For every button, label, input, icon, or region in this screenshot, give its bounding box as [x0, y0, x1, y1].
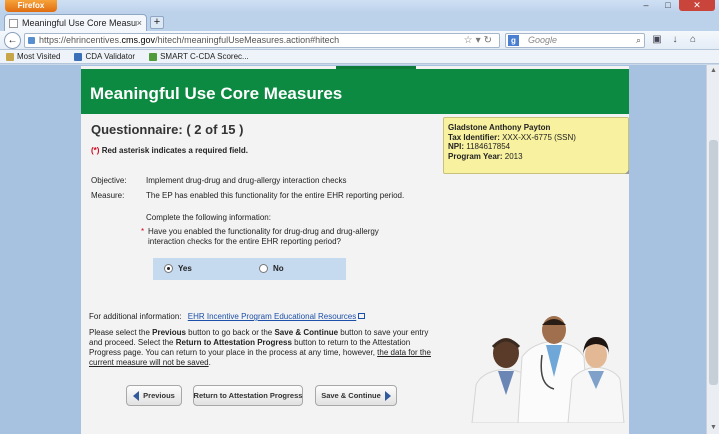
answer-options: Yes No: [153, 258, 346, 280]
instruction-text: Complete the following information:: [146, 213, 271, 222]
radio-yes[interactable]: Yes: [164, 264, 192, 273]
window-controls: – □ ✕: [635, 0, 715, 11]
lock-icon: [28, 37, 35, 44]
bookmarks-menu-icon[interactable]: ▣: [650, 33, 664, 47]
questionnaire-title: Questionnaire: ( 2 of 15 ): [91, 122, 244, 137]
npi: NPI: 1184617854: [448, 142, 511, 151]
program-year: Program Year: 2013: [448, 151, 523, 161]
bookmark-cda-validator[interactable]: CDA Validator: [74, 52, 135, 61]
scroll-down-icon[interactable]: ▼: [707, 422, 719, 434]
provider-name: Gladstone Anthony Payton: [448, 123, 551, 132]
url-domain: cms.gov: [121, 35, 156, 45]
return-to-attestation-button[interactable]: Return to Attestation Progress: [193, 385, 303, 406]
required-note: (*) Red asterisk indicates a required fi…: [91, 146, 248, 155]
educational-resources-link[interactable]: EHR Incentive Program Educational Resour…: [188, 312, 357, 321]
tab-title: Meaningful Use Core Measures - EHR In...: [22, 18, 137, 28]
scrollbar-thumb[interactable]: [709, 140, 718, 385]
objective-label: Objective:: [91, 176, 127, 185]
objective-text: Implement drug-drug and drug-allergy int…: [146, 176, 347, 185]
downloads-icon[interactable]: ↓: [668, 33, 682, 47]
folder-icon: [6, 52, 14, 61]
search-icon[interactable]: ⌕: [636, 34, 641, 47]
bookmark-star-icon[interactable]: ☆: [464, 35, 476, 46]
radio-selected-icon[interactable]: [164, 264, 173, 273]
back-arrow-icon[interactable]: ←: [4, 32, 21, 49]
reload-icon[interactable]: ↻: [484, 35, 495, 46]
bookmark-smart-ccda[interactable]: SMART C-CDA Scorec...: [149, 52, 249, 61]
provider-info-box: Gladstone Anthony Payton Tax Identifier:…: [443, 117, 629, 174]
additional-info: For additional information: EHR Incentiv…: [89, 312, 366, 321]
tax-identifier: Tax Identifier: XXX-XX-6775 (SSN): [448, 132, 576, 142]
arrow-right-icon: [384, 390, 391, 401]
url-prefix: https://ehrincentives.: [39, 35, 122, 45]
maximize-icon[interactable]: □: [657, 0, 679, 11]
instructions-paragraph: Please select the Previous button to go …: [89, 328, 431, 367]
question-text: * Have you enabled the functionality for…: [141, 227, 379, 246]
google-engine-icon[interactable]: g: [508, 35, 519, 46]
firefox-menu-button[interactable]: Firefox: [5, 0, 57, 12]
url-bar[interactable]: https://ehrincentives.cms.gov/hitech/mea…: [24, 33, 500, 48]
bookmark-icon: [149, 52, 158, 61]
url-path: /hitech/meaningfulUseMeasures.action#hit…: [155, 35, 340, 45]
previous-button[interactable]: Previous: [126, 385, 182, 406]
bookmark-most-visited[interactable]: Most Visited: [6, 52, 60, 61]
tab-meaningful-use[interactable]: Meaningful Use Core Measures - EHR In...…: [4, 14, 147, 31]
url-actions: ☆▾↻: [464, 34, 495, 47]
doctors-photo: [471, 316, 625, 423]
scroll-up-icon[interactable]: ▲: [707, 65, 719, 77]
title-bar: Firefox – □ ✕: [0, 0, 719, 13]
arrow-left-icon: [133, 390, 140, 401]
save-continue-button[interactable]: Save & Continue: [315, 385, 397, 406]
toolbar-icons: ▣ ↓ ⌂: [650, 33, 700, 47]
minimize-icon[interactable]: –: [635, 0, 657, 11]
fold-corner: [625, 170, 629, 174]
vertical-scrollbar[interactable]: ▲ ▼: [706, 65, 719, 434]
dropdown-icon[interactable]: ▾: [476, 35, 484, 46]
home-icon[interactable]: ⌂: [686, 33, 700, 47]
radio-no[interactable]: No: [259, 264, 284, 273]
close-window-icon[interactable]: ✕: [679, 0, 715, 11]
required-asterisk: *: [141, 227, 145, 236]
external-link-icon: [358, 313, 366, 319]
new-tab-button[interactable]: +: [150, 16, 164, 29]
page-title: Meaningful Use Core Measures: [81, 69, 629, 114]
measure-label: Measure:: [91, 191, 125, 200]
radio-unselected-icon[interactable]: [259, 264, 268, 273]
bookmark-icon: [74, 52, 83, 61]
tab-close-icon[interactable]: ×: [137, 18, 142, 28]
navigation-bar: ← https://ehrincentives.cms.gov/hitech/m…: [0, 31, 719, 50]
page-favicon-icon: [9, 18, 18, 28]
bookmarks-toolbar: Most Visited CDA Validator SMART C-CDA S…: [0, 50, 719, 64]
tab-strip: Meaningful Use Core Measures - EHR In...…: [0, 13, 719, 31]
measure-text: The EP has enabled this functionality fo…: [146, 191, 405, 200]
search-bar[interactable]: g Google ⌕: [505, 33, 645, 48]
search-placeholder: Google: [528, 35, 558, 45]
